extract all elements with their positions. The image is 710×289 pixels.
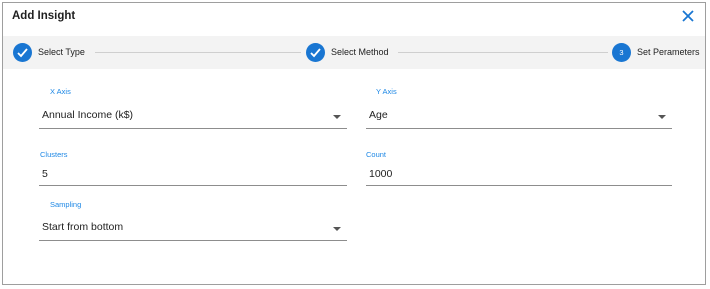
step-set-parameters[interactable]: Set Perameters [637,47,700,57]
count-label: Count [366,150,387,159]
step-select-method[interactable]: Select Method [331,47,389,57]
chevron-down-icon[interactable] [333,115,341,119]
x-axis-value[interactable]: Annual Income (k$) [42,109,133,121]
close-icon[interactable] [679,7,697,25]
step-2-check-icon [306,43,325,62]
clusters-underline [39,185,347,186]
step-connector-1 [95,52,301,53]
add-insight-dialog: Add Insight Select Type Select Method 3 … [2,2,706,285]
stepper: Select Type Select Method 3 Set Peramete… [3,36,705,69]
chevron-down-icon[interactable] [658,115,666,119]
x-axis-label: X Axis [50,87,71,96]
chevron-down-icon[interactable] [333,227,341,231]
sampling-value[interactable]: Start from bottom [42,221,123,233]
step-select-type[interactable]: Select Type [38,47,85,57]
sampling-label: Sampling [50,200,82,209]
step-1-check-icon [13,43,32,62]
clusters-value[interactable]: 5 [42,168,48,180]
count-underline [366,185,672,186]
y-axis-label: Y Axis [376,87,397,96]
y-axis-underline [366,128,672,129]
count-value[interactable]: 1000 [369,168,392,180]
dialog-title: Add Insight [12,10,76,22]
sampling-underline [39,240,347,241]
step-connector-2 [398,52,608,53]
clusters-label: Clusters [40,150,68,159]
step-3-number: 3 [612,43,631,62]
y-axis-value[interactable]: Age [369,109,388,121]
x-axis-underline [39,128,347,129]
